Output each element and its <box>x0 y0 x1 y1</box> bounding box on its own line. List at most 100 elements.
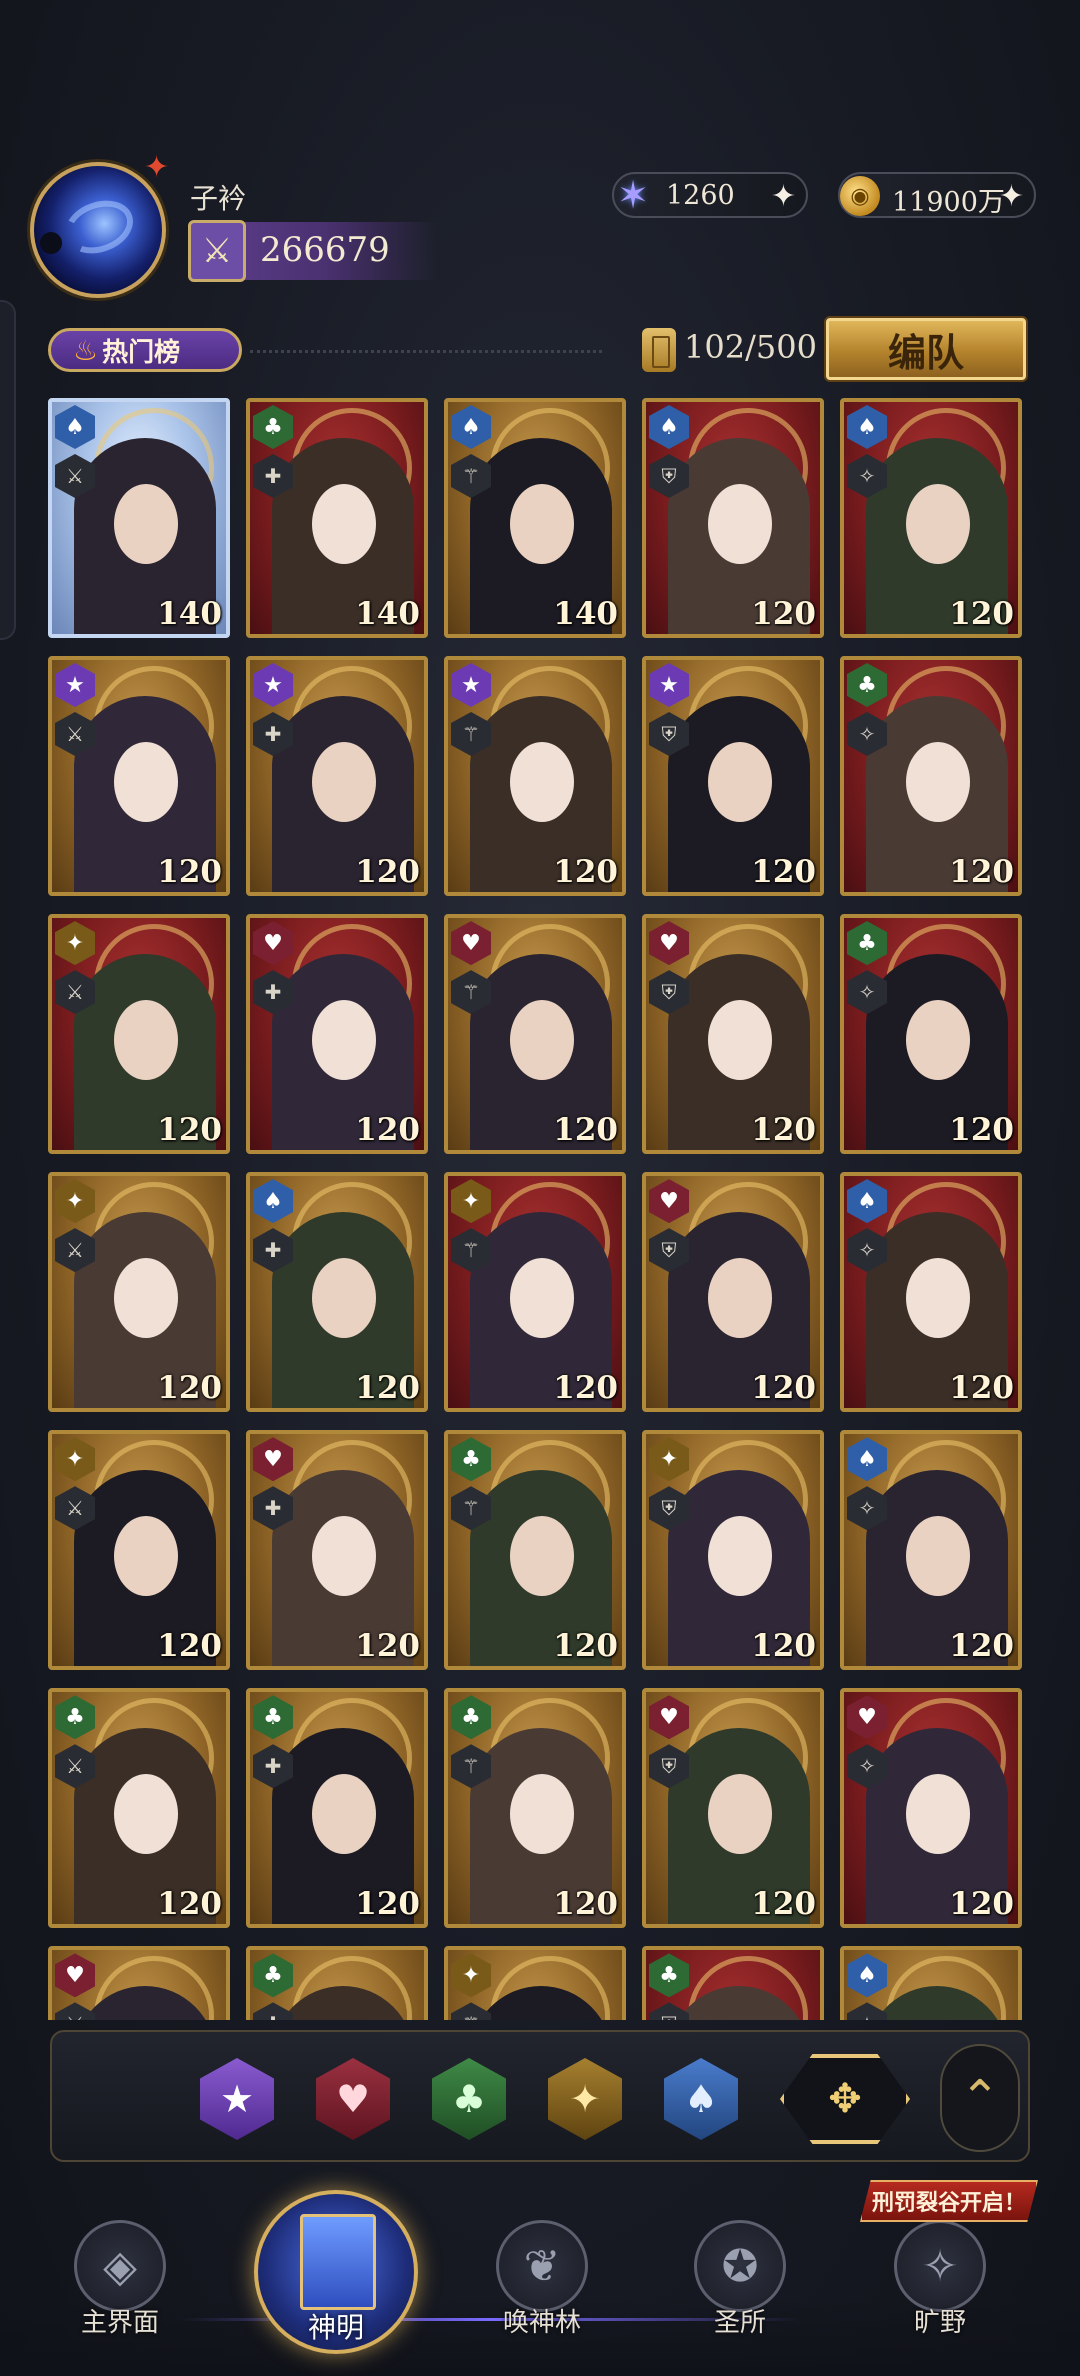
hero-card[interactable]: ♥ ⛨ 120 <box>642 1688 824 1929</box>
collapse-chevron-icon[interactable]: ⌃ <box>940 2044 1020 2152</box>
hero-level: 120 <box>157 1628 222 1665</box>
team-formation-button[interactable]: 编队 <box>826 318 1026 380</box>
hero-face <box>708 1000 772 1081</box>
hero-card[interactable]: ♠ ✧ 120 <box>840 1172 1022 1413</box>
hero-level: 120 <box>355 1886 420 1923</box>
hero-level: 120 <box>553 854 618 891</box>
hero-face <box>114 484 178 564</box>
spade-faction-icon: ♠ <box>55 405 95 449</box>
notification-star-icon: ✦ <box>144 150 170 185</box>
gem-currency[interactable]: ✶ 1260 ✦ <box>612 172 808 218</box>
hero-level: 120 <box>751 854 816 891</box>
spark-filter-icon[interactable]: ✦ <box>548 2058 622 2140</box>
hero-card[interactable]: ✦ ⚔ 120 <box>48 914 230 1155</box>
hero-card[interactable]: ♣ ✚ 120 <box>246 1688 428 1929</box>
hero-card[interactable]: ★ ⚔ 120 <box>48 656 230 897</box>
hero-card[interactable]: ♥ ✚ 120 <box>246 914 428 1155</box>
gold-currency[interactable]: ◉ 11900万 ✦ <box>838 172 1036 218</box>
hero-card-grid: ♠ ⚔ 140 ♣ ✚ 140 ♠ ⚚ 140 ♠ ⛨ 120 ♠ ✧ 120 ★ ⚔ 120 ★ ✚ 120 ★ ⚚ 120… <box>48 398 1038 2020</box>
hero-card[interactable]: ♣ ✧ 120 <box>840 914 1022 1155</box>
hero-face <box>510 1774 574 1855</box>
spark-faction-icon: ✦ <box>55 921 95 966</box>
add-gold-button[interactable]: ✦ <box>999 179 1024 214</box>
hero-card[interactable]: ♣ ✚ 140 <box>246 398 428 638</box>
heart-faction-icon: ♥ <box>253 921 293 966</box>
hero-card[interactable]: ♣✚ <box>246 1946 428 2020</box>
hero-face <box>510 1000 574 1081</box>
book-icon <box>300 2214 376 2310</box>
power-display: ⚔ 266679 <box>188 220 438 282</box>
all-filter-icon[interactable]: ✥ <box>780 2054 910 2144</box>
nav-gods[interactable]: 神明 <box>254 2190 418 2354</box>
hero-face <box>114 742 178 823</box>
power-value: 266679 <box>260 230 390 270</box>
event-banner[interactable]: 刑罚裂谷开启！ <box>860 2180 1038 2222</box>
main-emblem-icon: ◈ <box>74 2220 166 2312</box>
hero-card[interactable]: ♠ ✚ 120 <box>246 1172 428 1413</box>
hero-card[interactable]: ♣ ⚔ 120 <box>48 1688 230 1929</box>
heart-faction-icon: ♥ <box>847 1695 887 1740</box>
nav-summon[interactable]: ❦ 唤神林 <box>462 2220 622 2350</box>
hero-card[interactable]: ♠✧ <box>840 1946 1022 2020</box>
nav-summon-label: 唤神林 <box>502 2308 581 2338</box>
hero-face <box>906 1516 970 1597</box>
hero-card[interactable]: ♣ ⚚ 120 <box>444 1688 626 1929</box>
flame-icon: ♨ <box>73 333 99 367</box>
heart-filter-icon[interactable]: ♥ <box>316 2058 390 2140</box>
hero-card[interactable]: ♥ ⚚ 120 <box>444 914 626 1155</box>
card-count-icon <box>642 328 676 372</box>
nav-main[interactable]: ◈ 主界面 <box>40 2220 200 2350</box>
hero-card[interactable]: ♣ ⚚ 120 <box>444 1430 626 1671</box>
hero-level: 140 <box>553 596 618 632</box>
hot-ranking-tab[interactable]: ♨ 热门榜 <box>48 328 242 372</box>
hero-card[interactable]: ♥ ⛨ 120 <box>642 914 824 1155</box>
hero-card[interactable]: ✦⚚ <box>444 1946 626 2020</box>
hero-card[interactable]: ✦ ⚔ 120 <box>48 1172 230 1413</box>
hero-card[interactable]: ♥ ✚ 120 <box>246 1430 428 1671</box>
club-faction-icon: ♣ <box>253 1953 293 1998</box>
faction-filter-bar: ★ ♥ ♣ ✦ ♠ ✥ ⌃ <box>50 2030 1030 2162</box>
hero-face <box>114 1000 178 1081</box>
spark-faction-icon: ✦ <box>451 1179 491 1224</box>
hero-level: 120 <box>751 1628 816 1665</box>
hero-card[interactable]: ♠ ⛨ 120 <box>642 398 824 638</box>
hero-face <box>708 1516 772 1597</box>
hero-card[interactable]: ♠ ✧ 120 <box>840 398 1022 638</box>
class-icon: ⛨ <box>649 2002 689 2020</box>
hero-card[interactable]: ★ ⛨ 120 <box>642 656 824 897</box>
hero-card[interactable]: ♥⚔ <box>48 1946 230 2020</box>
hero-card[interactable]: ✦ ⚚ 120 <box>444 1172 626 1413</box>
star-filter-icon[interactable]: ★ <box>200 2058 274 2140</box>
hero-card[interactable]: ♥ ⛨ 120 <box>642 1172 824 1413</box>
heart-faction-icon: ♥ <box>649 1695 689 1740</box>
hero-card[interactable]: ✦ ⚔ 120 <box>48 1430 230 1671</box>
hero-card[interactable]: ♠ ⚚ 140 <box>444 398 626 638</box>
side-handle[interactable] <box>0 300 16 640</box>
heart-faction-icon: ♥ <box>649 1179 689 1224</box>
hero-card[interactable]: ♣⛨ <box>642 1946 824 2020</box>
hero-card[interactable]: ♠ ⚔ 140 <box>48 398 230 638</box>
club-filter-icon[interactable]: ♣ <box>432 2058 506 2140</box>
hero-level: 120 <box>157 1370 222 1407</box>
star-faction-icon: ★ <box>55 663 95 708</box>
nav-wild[interactable]: ✧ 旷野 <box>860 2220 1020 2350</box>
heart-faction-icon: ♥ <box>649 921 689 966</box>
hero-level: 120 <box>355 1628 420 1665</box>
hero-card[interactable]: ♠ ✧ 120 <box>840 1430 1022 1671</box>
spade-filter-icon[interactable]: ♠ <box>664 2058 738 2140</box>
nav-sanctuary[interactable]: ✪ 圣所 <box>660 2220 820 2350</box>
hero-card[interactable]: ★ ⚚ 120 <box>444 656 626 897</box>
hero-level: 120 <box>157 1112 222 1149</box>
hero-face <box>312 1258 376 1339</box>
hero-card[interactable]: ♣ ✧ 120 <box>840 656 1022 897</box>
add-gem-button[interactable]: ✦ <box>771 179 796 214</box>
gold-value: 11900万 <box>892 187 1005 218</box>
hero-face <box>312 1516 376 1597</box>
club-faction-icon: ♣ <box>649 1953 689 1998</box>
hero-card[interactable]: ♥ ✧ 120 <box>840 1688 1022 1929</box>
hero-face <box>114 1258 178 1339</box>
hero-card[interactable]: ✦ ⛨ 120 <box>642 1430 824 1671</box>
hero-face <box>510 742 574 823</box>
hero-card[interactable]: ★ ✚ 120 <box>246 656 428 897</box>
hero-level: 140 <box>355 596 420 632</box>
